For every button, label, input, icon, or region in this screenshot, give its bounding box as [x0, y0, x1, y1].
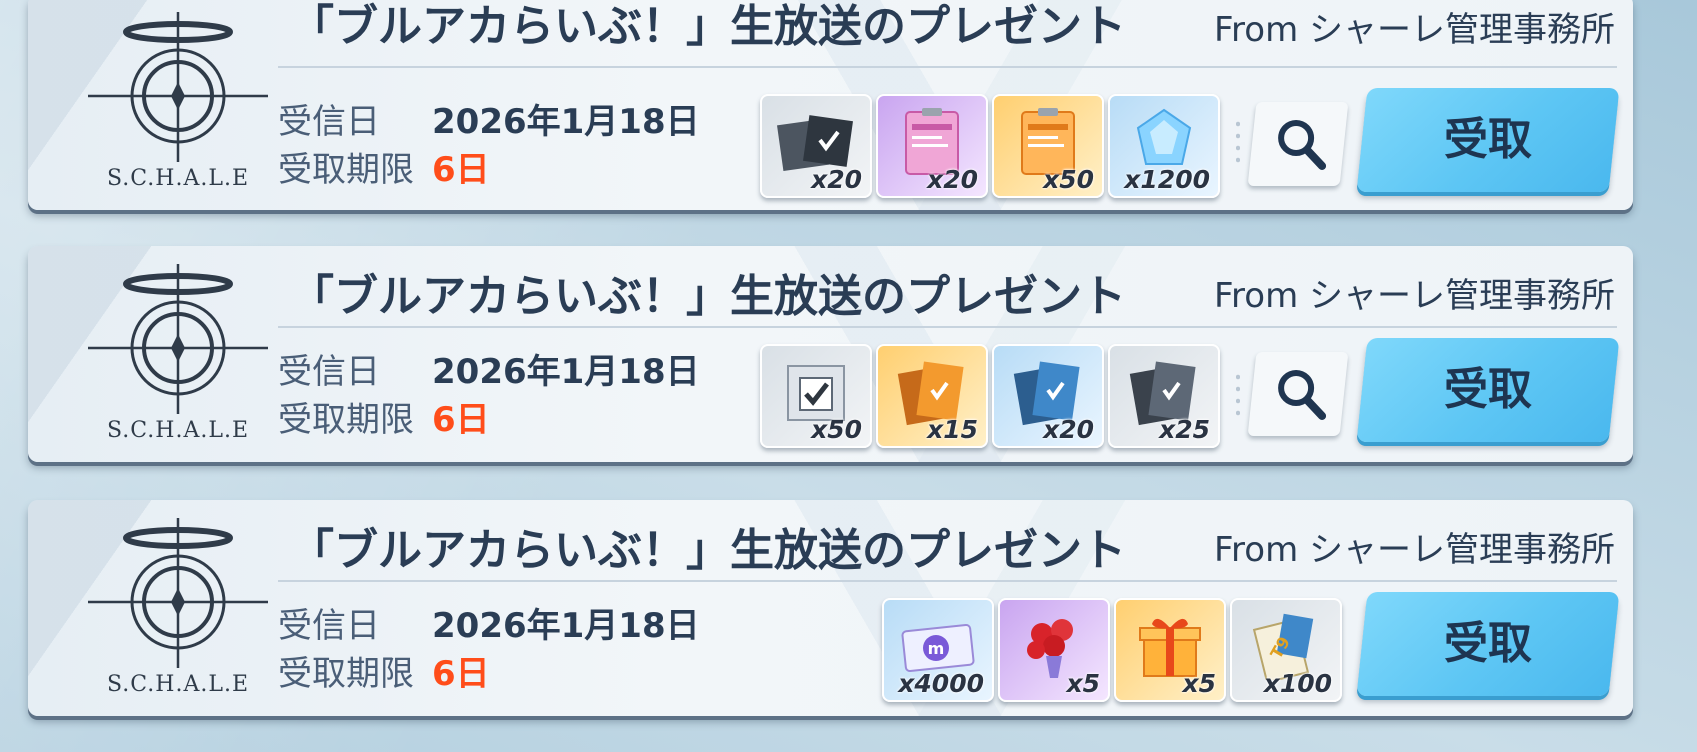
deadline-value: 6日 [432, 150, 490, 190]
reward-item[interactable]: T9 x100 [1230, 598, 1342, 702]
magnifier-icon [1278, 120, 1327, 170]
reward-item[interactable]: m x4000 [882, 598, 994, 702]
schale-logo: S.C.H.A.L.E [58, 506, 268, 706]
claim-button[interactable]: 受取 [1356, 88, 1620, 192]
item-quantity: x5 [1182, 669, 1216, 698]
details-button[interactable] [1247, 102, 1349, 186]
deadline-label: 受取期限 [278, 400, 414, 440]
divider [278, 66, 1617, 68]
mail-card: S.C.H.A.L.E 「ブルアカらいぶ！」生放送のプレゼント From シャー… [28, 246, 1633, 462]
item-quantity: x15 [927, 415, 978, 444]
svg-text:m: m [928, 639, 945, 658]
deadline-label: 受取期限 [278, 150, 414, 190]
reward-item[interactable]: x25 [1108, 344, 1220, 448]
claim-button-label: 受取 [1444, 115, 1532, 164]
reward-item[interactable]: x5 [1114, 598, 1226, 702]
schale-logo-text: S.C.H.A.L.E [106, 672, 250, 697]
mail-card: S.C.H.A.L.E 「ブルアカらいぶ！」生放送のプレゼント From シャー… [28, 0, 1633, 210]
mail-title: 「ブルアカらいぶ！」生放送のプレゼント [290, 271, 1126, 322]
item-quantity: x5 [1066, 669, 1100, 698]
received-date-label: 受信日 [278, 102, 380, 142]
reward-item[interactable]: x20 [992, 344, 1104, 448]
received-date-value: 2026年1月18日 [432, 102, 700, 142]
details-button[interactable] [1247, 352, 1349, 436]
claim-button[interactable]: 受取 [1356, 338, 1620, 442]
item-quantity: x1200 [1124, 165, 1210, 194]
mail-sender: From シャーレ管理事務所 [1213, 10, 1615, 50]
reward-item[interactable]: x20 [876, 94, 988, 198]
item-quantity: x20 [1043, 415, 1094, 444]
deadline-label: 受取期限 [278, 654, 414, 694]
item-scroll-indicator [1236, 118, 1240, 168]
received-date-value: 2026年1月18日 [432, 606, 700, 646]
deadline-value: 6日 [432, 400, 490, 440]
schale-logo: S.C.H.A.L.E [58, 252, 268, 452]
magnifier-icon [1278, 370, 1327, 420]
schale-logo-text: S.C.H.A.L.E [106, 166, 250, 191]
divider [278, 580, 1617, 582]
mail-title: 「ブルアカらいぶ！」生放送のプレゼント [290, 1, 1126, 52]
schale-emblem-icon [88, 264, 268, 414]
received-date-label: 受信日 [278, 352, 380, 392]
item-scroll-indicator [1236, 371, 1240, 421]
item-quantity: x50 [811, 415, 862, 444]
received-date-value: 2026年1月18日 [432, 352, 700, 392]
claim-button-label: 受取 [1444, 619, 1532, 668]
schale-logo: S.C.H.A.L.E [58, 0, 268, 200]
item-quantity: x100 [1263, 669, 1332, 698]
mail-list[interactable]: S.C.H.A.L.E 「ブルアカらいぶ！」生放送のプレゼント From シャー… [28, 0, 1633, 752]
reward-item[interactable]: x50 [992, 94, 1104, 198]
reward-item[interactable]: x15 [876, 344, 988, 448]
schale-logo-text: S.C.H.A.L.E [106, 418, 250, 443]
deadline-value: 6日 [432, 654, 490, 694]
reward-item[interactable]: x50 [760, 344, 872, 448]
schale-emblem-icon [88, 12, 268, 162]
mail-title: 「ブルアカらいぶ！」生放送のプレゼント [290, 525, 1126, 576]
reward-item[interactable]: x5 [998, 598, 1110, 702]
schale-emblem-icon [88, 518, 268, 668]
mail-sender: From シャーレ管理事務所 [1213, 530, 1615, 570]
item-quantity: x50 [1043, 165, 1094, 194]
claim-button-label: 受取 [1444, 365, 1532, 414]
received-date-label: 受信日 [278, 606, 380, 646]
item-quantity: x20 [927, 165, 978, 194]
reward-item[interactable]: x1200 [1108, 94, 1220, 198]
divider [278, 326, 1617, 328]
item-quantity: x4000 [898, 669, 984, 698]
reward-item[interactable]: x20 [760, 94, 872, 198]
claim-button[interactable]: 受取 [1356, 592, 1620, 696]
item-quantity: x20 [811, 165, 862, 194]
mail-card: S.C.H.A.L.E 「ブルアカらいぶ！」生放送のプレゼント From シャー… [28, 500, 1633, 716]
item-quantity: x25 [1159, 415, 1210, 444]
mail-sender: From シャーレ管理事務所 [1213, 276, 1615, 316]
